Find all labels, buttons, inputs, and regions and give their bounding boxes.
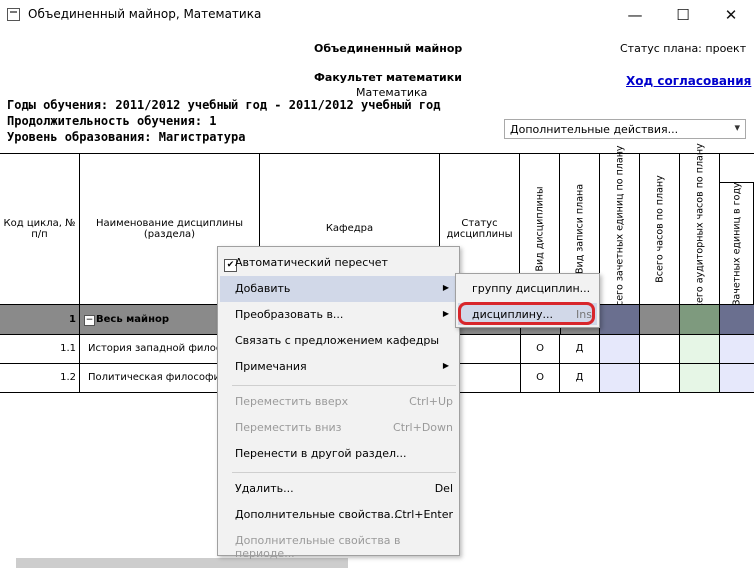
- minimize-button[interactable]: —: [612, 2, 658, 28]
- plan-status: Статус плана: проект: [620, 42, 747, 55]
- actions-dropdown-value: Дополнительные действия...: [510, 123, 679, 136]
- header-classroom-hours: Всего аудиторных часов по плану: [694, 142, 705, 315]
- row-code: 1.1: [60, 343, 76, 354]
- menu-item-move-down[interactable]: Переместить вниз Ctrl+Down: [220, 415, 457, 441]
- duration-label: Продолжительность обучения: 1: [7, 114, 217, 128]
- faculty-label: Факультет математики: [314, 71, 462, 84]
- title-bar: Объединенный майнор, Математика — ☐ ✕: [0, 0, 754, 30]
- collapse-icon[interactable]: −: [84, 315, 95, 326]
- level-label: Уровень образования: Магистратура: [7, 130, 246, 144]
- menu-item-move-up[interactable]: Переместить вверх Ctrl+Up: [220, 389, 457, 415]
- menu-item-convert[interactable]: Преобразовать в... ▶: [220, 302, 457, 328]
- menu-item-link-dept[interactable]: Связать с предложением кафедры: [220, 328, 457, 354]
- menu-item-move-section[interactable]: Перенести в другой раздел...: [220, 441, 457, 467]
- menu-item-auto-recalc[interactable]: ✔ Автоматический пересчет: [220, 250, 457, 276]
- header-credits-total: Всего зачетных единиц по плану: [614, 144, 625, 313]
- submenu-arrow-icon: ▶: [442, 309, 449, 318]
- window-title: Объединенный майнор, Математика: [28, 7, 262, 21]
- context-menu: ✔ Автоматический пересчет Добавить ▶ Пре…: [217, 246, 460, 560]
- menu-separator: [232, 472, 456, 473]
- row-kind: О: [520, 335, 560, 363]
- submenu-arrow-icon: ▶: [442, 283, 449, 292]
- row-name: Политическая философи: [88, 372, 220, 383]
- menu-item-delete[interactable]: Удалить... Del: [220, 476, 457, 502]
- approval-link[interactable]: Ход согласования: [626, 74, 751, 88]
- menu-separator: [232, 385, 456, 386]
- row-record: Д: [560, 335, 600, 363]
- row-code: 1: [69, 314, 76, 325]
- header-record: Вид записи плана: [574, 183, 585, 274]
- row-record: Д: [560, 364, 600, 392]
- menu-item-notes[interactable]: Примечания ▶: [220, 354, 457, 380]
- row-name: История западной филосо: [88, 343, 228, 354]
- row-code: 1.2: [60, 372, 76, 383]
- header-code: Код цикла, № п/п: [0, 153, 80, 305]
- actions-dropdown[interactable]: Дополнительные действия... ▾: [504, 119, 746, 139]
- header-hours-total: Всего часов по плану: [654, 174, 665, 283]
- app-icon: [7, 8, 20, 21]
- close-button[interactable]: ✕: [708, 2, 754, 28]
- years-label: Годы обучения: 2011/2012 учебный год - 2…: [7, 98, 441, 112]
- maximize-button[interactable]: ☐: [660, 2, 706, 28]
- row-name: Весь майнор: [96, 314, 170, 325]
- header-kind: Вид дисциплины: [534, 185, 545, 272]
- menu-item-properties[interactable]: Дополнительные свойства... Ctrl+Enter: [220, 502, 457, 528]
- row-kind: О: [520, 364, 560, 392]
- page-title: Объединенный майнор: [314, 42, 463, 55]
- submenu-item-group[interactable]: группу дисциплин...: [458, 277, 597, 299]
- header-credits-year: Зачетных единиц в году: [731, 181, 742, 306]
- highlight-outline: [458, 302, 595, 325]
- chevron-down-icon: ▾: [734, 121, 740, 134]
- menu-item-properties-period[interactable]: Дополнительные свойства в периоде...: [220, 528, 457, 560]
- menu-item-add[interactable]: Добавить ▶: [220, 276, 457, 302]
- submenu-arrow-icon: ▶: [442, 361, 449, 370]
